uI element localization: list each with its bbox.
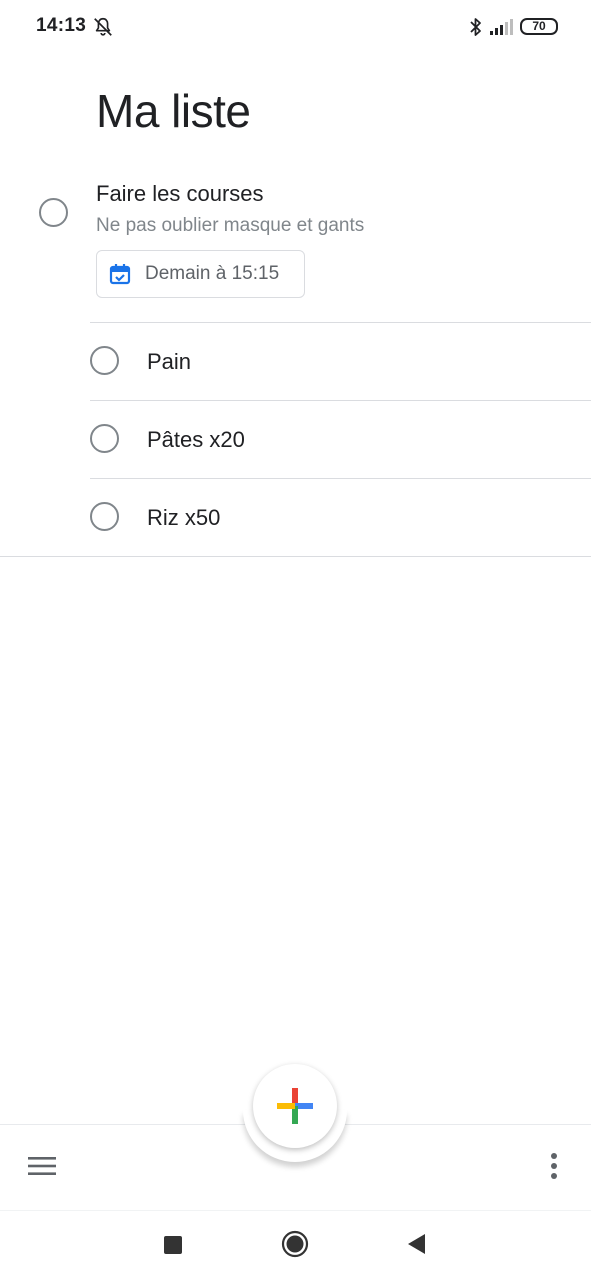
- task-title[interactable]: Pâtes x20: [147, 427, 245, 453]
- status-bar: 14:13 70: [0, 0, 591, 52]
- task-title[interactable]: Faire les courses: [96, 181, 264, 207]
- due-date-chip[interactable]: Demain à 15:15: [96, 250, 305, 298]
- signal-icon: [490, 19, 513, 35]
- battery-icon: 70: [520, 18, 558, 35]
- task-notes: Ne pas oublier masque et gants: [96, 215, 365, 236]
- bell-off-icon: [94, 17, 112, 36]
- bluetooth-icon: [470, 18, 481, 36]
- list-title: Ma liste: [96, 85, 251, 137]
- status-time: 14:13: [36, 15, 87, 36]
- task-complete-radio[interactable]: [90, 424, 119, 453]
- recents-icon[interactable]: [164, 1236, 182, 1254]
- task-complete-radio[interactable]: [39, 198, 68, 227]
- divider: [90, 400, 591, 401]
- back-icon[interactable]: [405, 1232, 427, 1256]
- more-vert-icon[interactable]: [545, 1151, 563, 1181]
- home-icon[interactable]: [281, 1230, 309, 1258]
- task-complete-radio[interactable]: [90, 346, 119, 375]
- list-bottom-divider: [0, 556, 591, 557]
- task-title[interactable]: Riz x50: [147, 505, 220, 531]
- due-date-label: Demain à 15:15: [145, 263, 280, 284]
- battery-level: 70: [532, 19, 546, 33]
- task-complete-radio[interactable]: [90, 502, 119, 531]
- add-task-icon: [277, 1088, 313, 1124]
- menu-icon[interactable]: [26, 1153, 58, 1179]
- task-title[interactable]: Pain: [147, 349, 191, 375]
- calendar-icon: [109, 264, 131, 285]
- divider: [90, 322, 591, 323]
- add-task-button[interactable]: [253, 1064, 337, 1148]
- divider: [90, 478, 591, 479]
